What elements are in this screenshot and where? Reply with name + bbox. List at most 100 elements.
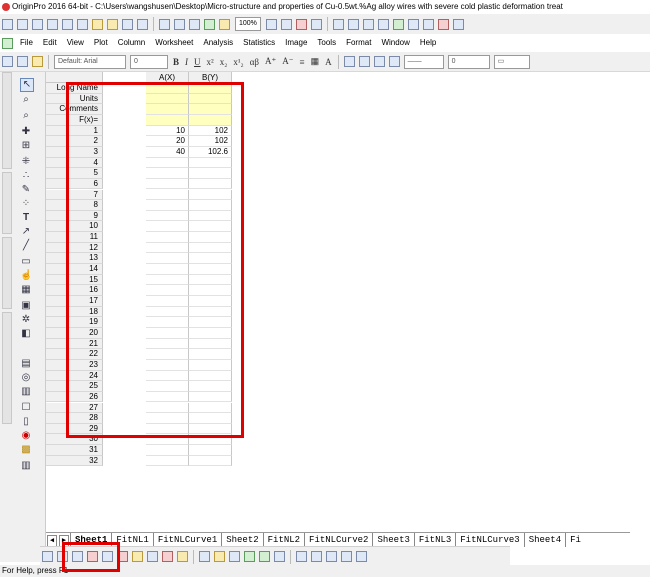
pointer-icon[interactable]: ↖ [20, 78, 34, 92]
row-header[interactable]: 17 [46, 296, 103, 307]
copy-icon[interactable] [17, 56, 28, 67]
pattern-button[interactable]: ▦ [311, 56, 320, 67]
sheet-tab[interactable]: FitNL2 [262, 533, 304, 547]
project-explorer-icon[interactable] [332, 18, 344, 30]
contour-plot-icon[interactable] [214, 551, 225, 562]
zoom-in-icon[interactable]: ⌕ [20, 94, 32, 106]
app-gallery-icon[interactable] [392, 18, 404, 30]
row-header[interactable]: 27 [46, 402, 103, 414]
column-header[interactable]: B(Y) [189, 72, 232, 83]
matrix-plot-icon[interactable] [244, 551, 255, 562]
row-header[interactable]: 2 [46, 136, 103, 147]
gradient-icon[interactable] [274, 551, 285, 562]
font-size-combo[interactable]: 0 [130, 54, 168, 69]
print-icon[interactable] [265, 18, 277, 30]
data-cell[interactable] [146, 296, 189, 307]
data-cell[interactable]: 10 [146, 125, 189, 137]
data-cell[interactable] [189, 317, 232, 328]
open-template-icon[interactable] [107, 18, 118, 30]
insert-graph-icon[interactable]: ▦ [20, 284, 32, 296]
menu-format[interactable]: Format [346, 34, 371, 52]
data-cell[interactable] [146, 391, 189, 403]
row-header[interactable]: 12 [46, 242, 103, 254]
insert-equation-icon[interactable]: ✲ [20, 314, 32, 326]
data-cell[interactable] [189, 285, 232, 296]
row-header[interactable]: 24 [46, 370, 103, 382]
data-cell[interactable] [189, 327, 232, 339]
mask-points-icon[interactable]: ∴ [20, 170, 32, 182]
row-header[interactable]: 19 [46, 317, 103, 328]
menu-worksheet[interactable]: Worksheet [155, 34, 193, 52]
sheet-tab[interactable]: FitNLCurve2 [304, 533, 372, 547]
data-cell[interactable] [146, 445, 189, 456]
row-header[interactable]: 15 [46, 274, 103, 286]
circle-tool-icon[interactable]: ◎ [20, 372, 32, 384]
line-width-combo[interactable]: 0 [447, 54, 490, 69]
row-header[interactable]: 28 [46, 413, 103, 424]
screen-reader-icon[interactable]: ✚ [20, 126, 32, 138]
menu-view[interactable]: View [67, 34, 84, 52]
meta-row-header[interactable]: Long Name [46, 83, 103, 94]
layer-icon[interactable]: ▤ [20, 358, 32, 370]
row-header[interactable]: 26 [46, 391, 103, 403]
data-cell[interactable] [189, 338, 232, 350]
messages-log-icon[interactable] [377, 18, 389, 30]
data-cell[interactable] [146, 338, 189, 350]
new-layout-icon[interactable] [62, 18, 73, 30]
data-cell[interactable] [189, 455, 232, 467]
new-project-icon[interactable] [2, 18, 13, 30]
row-header[interactable]: 31 [46, 445, 103, 456]
row-header[interactable]: 3 [46, 146, 103, 158]
data-cell[interactable] [146, 413, 189, 424]
fill-color-icon[interactable] [343, 56, 355, 67]
row-header[interactable]: 20 [46, 327, 103, 339]
template-library-icon[interactable] [177, 551, 188, 562]
bold-button[interactable]: B [173, 57, 179, 67]
save-project-icon[interactable] [122, 18, 133, 30]
menu-help[interactable]: Help [420, 34, 436, 52]
page-icon[interactable]: ▥ [20, 460, 32, 472]
data-cell[interactable] [189, 296, 232, 307]
data-cell[interactable]: 102.6 [189, 146, 232, 158]
data-cell[interactable] [189, 168, 232, 179]
data-cell[interactable] [146, 327, 189, 339]
meta-cell[interactable] [146, 114, 189, 126]
sheet-tab[interactable]: Sheet1 [70, 533, 111, 547]
sheet-tab[interactable]: FitNLCurve1 [152, 533, 221, 547]
menu-tools[interactable]: Tools [317, 34, 336, 52]
column-header[interactable]: A(X) [146, 72, 189, 83]
zoom-combo[interactable]: 100% [235, 17, 261, 31]
sheet-tab[interactable]: Sheet4 [523, 533, 565, 547]
menu-image[interactable]: Image [285, 34, 307, 52]
sheet-tab[interactable]: FitNLCurve3 [455, 533, 523, 547]
meta-cell[interactable] [146, 83, 189, 94]
line-tool-icon[interactable]: ╱ [20, 240, 32, 252]
data-cell[interactable] [189, 402, 232, 414]
line-symbol-plot-icon[interactable] [72, 551, 83, 562]
new-matrix-icon[interactable] [32, 18, 43, 30]
data-cell[interactable] [189, 423, 232, 435]
row-header[interactable]: 9 [46, 210, 103, 222]
pattern-color-icon[interactable] [358, 56, 370, 67]
data-cell[interactable] [146, 221, 189, 233]
data-cell[interactable] [189, 189, 232, 201]
row-header[interactable]: 7 [46, 189, 103, 201]
menu-window[interactable]: Window [381, 34, 409, 52]
row-header[interactable]: 23 [46, 359, 103, 371]
scatter-points-icon[interactable]: ⁘ [20, 198, 32, 210]
3d-surface-icon[interactable] [199, 551, 210, 562]
menu-edit[interactable]: Edit [43, 34, 57, 52]
row-header[interactable]: 16 [46, 285, 103, 296]
data-cell[interactable] [146, 178, 189, 190]
meta-cell[interactable] [189, 83, 232, 94]
row-header[interactable]: 29 [46, 423, 103, 435]
line-style-combo[interactable]: —— [403, 54, 444, 69]
data-cell[interactable] [146, 423, 189, 435]
row-header[interactable]: 5 [46, 168, 103, 179]
row-header[interactable]: 32 [46, 455, 103, 467]
data-cell[interactable] [189, 381, 232, 392]
open-icon[interactable] [92, 18, 103, 30]
data-cell[interactable] [146, 306, 189, 318]
insert-table-icon[interactable]: ▣ [20, 300, 32, 312]
object-manager-dock-tab[interactable] [2, 172, 12, 234]
